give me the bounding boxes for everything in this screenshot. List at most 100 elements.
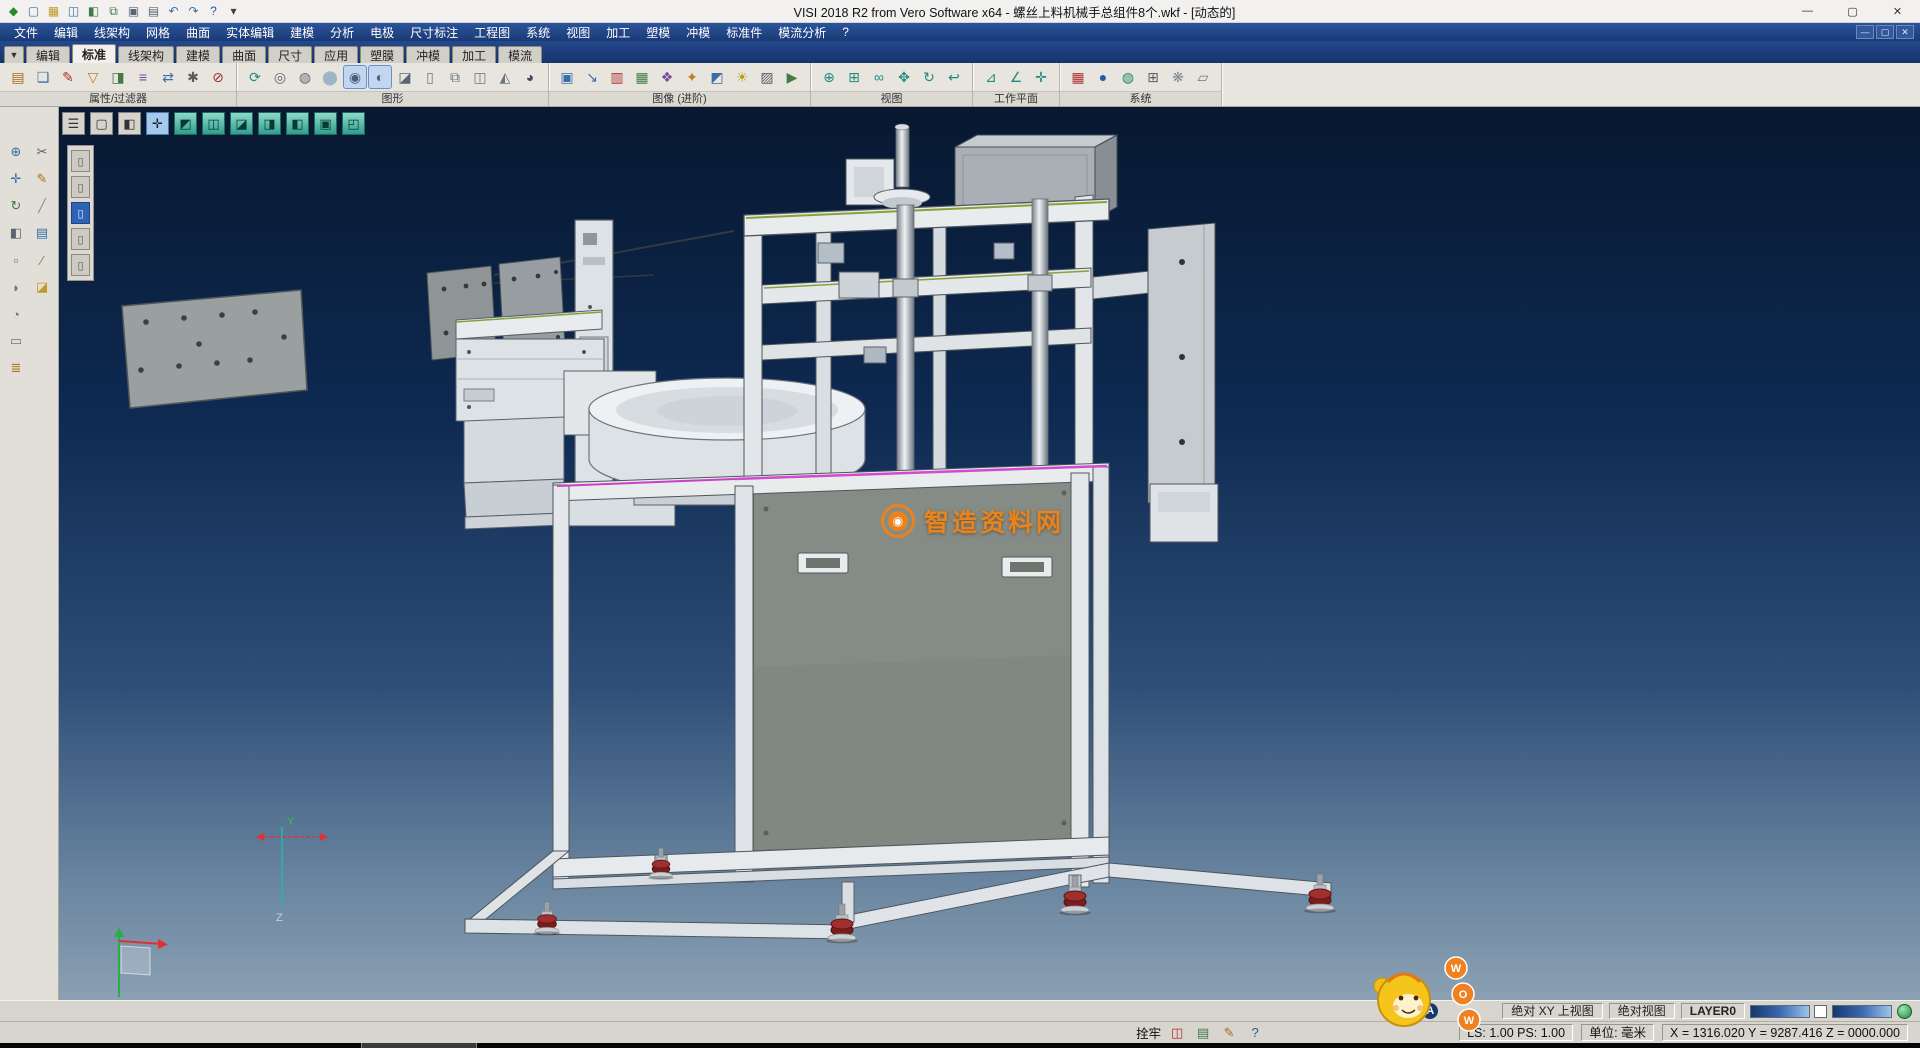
histogram-icon[interactable]: ▥ <box>606 66 628 88</box>
mascot-sticker[interactable]: W O W <box>1368 952 1488 1044</box>
minimize-button[interactable]: — <box>1785 0 1830 22</box>
ribbon-tab[interactable]: 加工 <box>452 46 496 63</box>
pencil-icon[interactable]: ✎ <box>31 168 53 190</box>
close-button[interactable]: ✕ <box>1875 0 1920 22</box>
save-status-icon[interactable]: ◫ <box>1167 1024 1187 1042</box>
pan-view-icon[interactable]: ✥ <box>893 66 915 88</box>
mdi-window-button[interactable]: ✕ <box>1896 25 1914 39</box>
ruler-icon[interactable]: ∕ <box>31 249 53 271</box>
layer-list-icon[interactable]: ≣ <box>5 357 27 379</box>
ribbon-tab[interactable]: 标准 <box>72 44 116 63</box>
active-layer-label[interactable]: LAYER0 <box>1681 1003 1745 1019</box>
clipboard-slot-icon[interactable]: ▯ <box>71 202 90 224</box>
edit-status-icon[interactable]: ✎ <box>1219 1024 1239 1042</box>
advanced-render-icon[interactable]: ❖ <box>656 66 678 88</box>
new-file-icon[interactable]: ▢ <box>24 2 43 21</box>
menu-item[interactable]: 线架构 <box>86 23 138 41</box>
shaded-edges-cylinder-icon[interactable]: ◉ <box>344 66 366 88</box>
tab-dropdown-button[interactable]: ▼ <box>4 46 24 63</box>
capture-image-icon[interactable]: ▣ <box>556 66 578 88</box>
menu-item[interactable]: 电极 <box>362 23 402 41</box>
rotate-view-icon[interactable]: ↻ <box>918 66 940 88</box>
zoom-window-icon[interactable]: ⊞ <box>843 66 865 88</box>
redo-icon[interactable]: ↷ <box>184 2 203 21</box>
view-capture-icon[interactable]: ▣ <box>124 2 143 21</box>
shade-box-icon[interactable]: ◧ <box>5 222 27 244</box>
back-view-icon[interactable]: ▣ <box>314 112 337 135</box>
assembly-icon[interactable]: ⧉ <box>104 2 123 21</box>
export-image-icon[interactable]: ↘ <box>581 66 603 88</box>
view-menu-icon[interactable]: ☰ <box>62 112 85 135</box>
menu-item[interactable]: 曲面 <box>178 23 218 41</box>
left-view-icon[interactable]: ◧ <box>286 112 309 135</box>
effects-icon[interactable]: ❋ <box>1167 66 1189 88</box>
shaded-cylinder-icon[interactable]: ⬤ <box>319 66 341 88</box>
align-workplane-icon[interactable]: ∠ <box>1005 66 1027 88</box>
scissors-icon[interactable]: ✂ <box>31 141 53 163</box>
render-plain-icon[interactable]: ▢ <box>90 112 113 135</box>
rotate-tool-icon[interactable]: ↻ <box>5 195 27 217</box>
clear-filter-icon[interactable]: ⊘ <box>207 66 229 88</box>
clipboard-slot-icon[interactable]: ▯ <box>71 176 90 198</box>
background-icon[interactable]: ▨ <box>756 66 778 88</box>
solid-box-icon[interactable]: ▫ <box>5 249 27 271</box>
mdi-window-button[interactable]: — <box>1856 25 1874 39</box>
gear-filter-icon[interactable]: ✱ <box>182 66 204 88</box>
menu-item[interactable]: 实体编辑 <box>218 23 282 41</box>
folder-icon[interactable]: ◪ <box>31 276 53 298</box>
menu-item[interactable]: 分析 <box>322 23 362 41</box>
lock-status-label[interactable]: 拴牢 <box>1136 1023 1161 1042</box>
toolbar-options-icon[interactable]: ▾ <box>224 2 243 21</box>
arc-tool-icon[interactable]: ◔ <box>5 303 27 325</box>
layer-filter-icon[interactable]: ≡ <box>132 66 154 88</box>
maximize-button[interactable]: ▢ <box>1830 0 1875 22</box>
iso-view-icon[interactable]: ◩ <box>174 112 197 135</box>
ribbon-tab[interactable]: 编辑 <box>26 46 70 63</box>
material-icon[interactable]: ◩ <box>706 66 728 88</box>
print-icon[interactable]: ▤ <box>144 2 163 21</box>
animation-icon[interactable]: ▶ <box>781 66 803 88</box>
3d-viewport[interactable]: ☰▢◧✛◩◫◪◨◧▣◰ ▯▯▯▯▯ <box>59 107 1920 1000</box>
ribbon-tab[interactable]: 应用 <box>314 46 358 63</box>
clipboard-slot-icon[interactable]: ▯ <box>71 254 90 276</box>
new-workplane-icon[interactable]: ⊿ <box>980 66 1002 88</box>
menu-item[interactable]: 文件 <box>6 23 46 41</box>
render-sphere-icon[interactable]: ◕ <box>519 66 541 88</box>
menu-item[interactable]: 工程图 <box>466 23 518 41</box>
library-status-icon[interactable]: ▤ <box>1193 1024 1213 1042</box>
bottom-view-icon[interactable]: ◰ <box>342 112 365 135</box>
taskbar-item[interactable] <box>361 1043 477 1048</box>
color-filter-icon[interactable]: ◨ <box>107 66 129 88</box>
open-file-icon[interactable]: ▦ <box>44 2 63 21</box>
menu-item[interactable]: 加工 <box>598 23 638 41</box>
ribbon-tab[interactable]: 建模 <box>176 46 220 63</box>
render-shaded-icon[interactable]: ◧ <box>118 112 141 135</box>
menu-item[interactable]: 建模 <box>282 23 322 41</box>
top-view-icon[interactable]: ◫ <box>202 112 225 135</box>
workplane-origin-icon[interactable]: ✛ <box>1030 66 1052 88</box>
wireframe-cylinder-icon[interactable]: ◎ <box>269 66 291 88</box>
knife-icon[interactable]: ╱ <box>31 195 53 217</box>
menu-item[interactable]: 塑模 <box>638 23 678 41</box>
menu-item[interactable]: 标准件 <box>718 23 770 41</box>
lighting-icon[interactable]: ☀ <box>731 66 753 88</box>
menu-item[interactable]: 模流分析 <box>770 23 834 41</box>
swap-filter-icon[interactable]: ⇄ <box>157 66 179 88</box>
mdi-window-button[interactable]: ▢ <box>1876 25 1894 39</box>
cylinder-display-icon[interactable]: ▯ <box>419 66 441 88</box>
clipboard-slot-icon[interactable]: ▯ <box>71 150 90 172</box>
part-box-icon[interactable]: ◧ <box>84 2 103 21</box>
ribbon-tab[interactable]: 尺寸 <box>268 46 312 63</box>
world-icon[interactable]: ◍ <box>1117 66 1139 88</box>
zoom-extents-icon[interactable]: ⊕ <box>818 66 840 88</box>
menu-item[interactable]: 尺寸标注 <box>402 23 466 41</box>
undo-icon[interactable]: ↶ <box>164 2 183 21</box>
snap-grid-icon[interactable]: ✛ <box>5 168 27 190</box>
render-globe-icon[interactable]: ● <box>1092 66 1114 88</box>
raytrace-icon[interactable]: ✦ <box>681 66 703 88</box>
redraw-icon[interactable]: ⟳ <box>244 66 266 88</box>
filmstrip-icon[interactable]: ▦ <box>631 66 653 88</box>
absolute-view-label[interactable]: 绝对视图 <box>1609 1003 1675 1019</box>
menu-item[interactable]: 系统 <box>518 23 558 41</box>
menu-item[interactable]: 网格 <box>138 23 178 41</box>
